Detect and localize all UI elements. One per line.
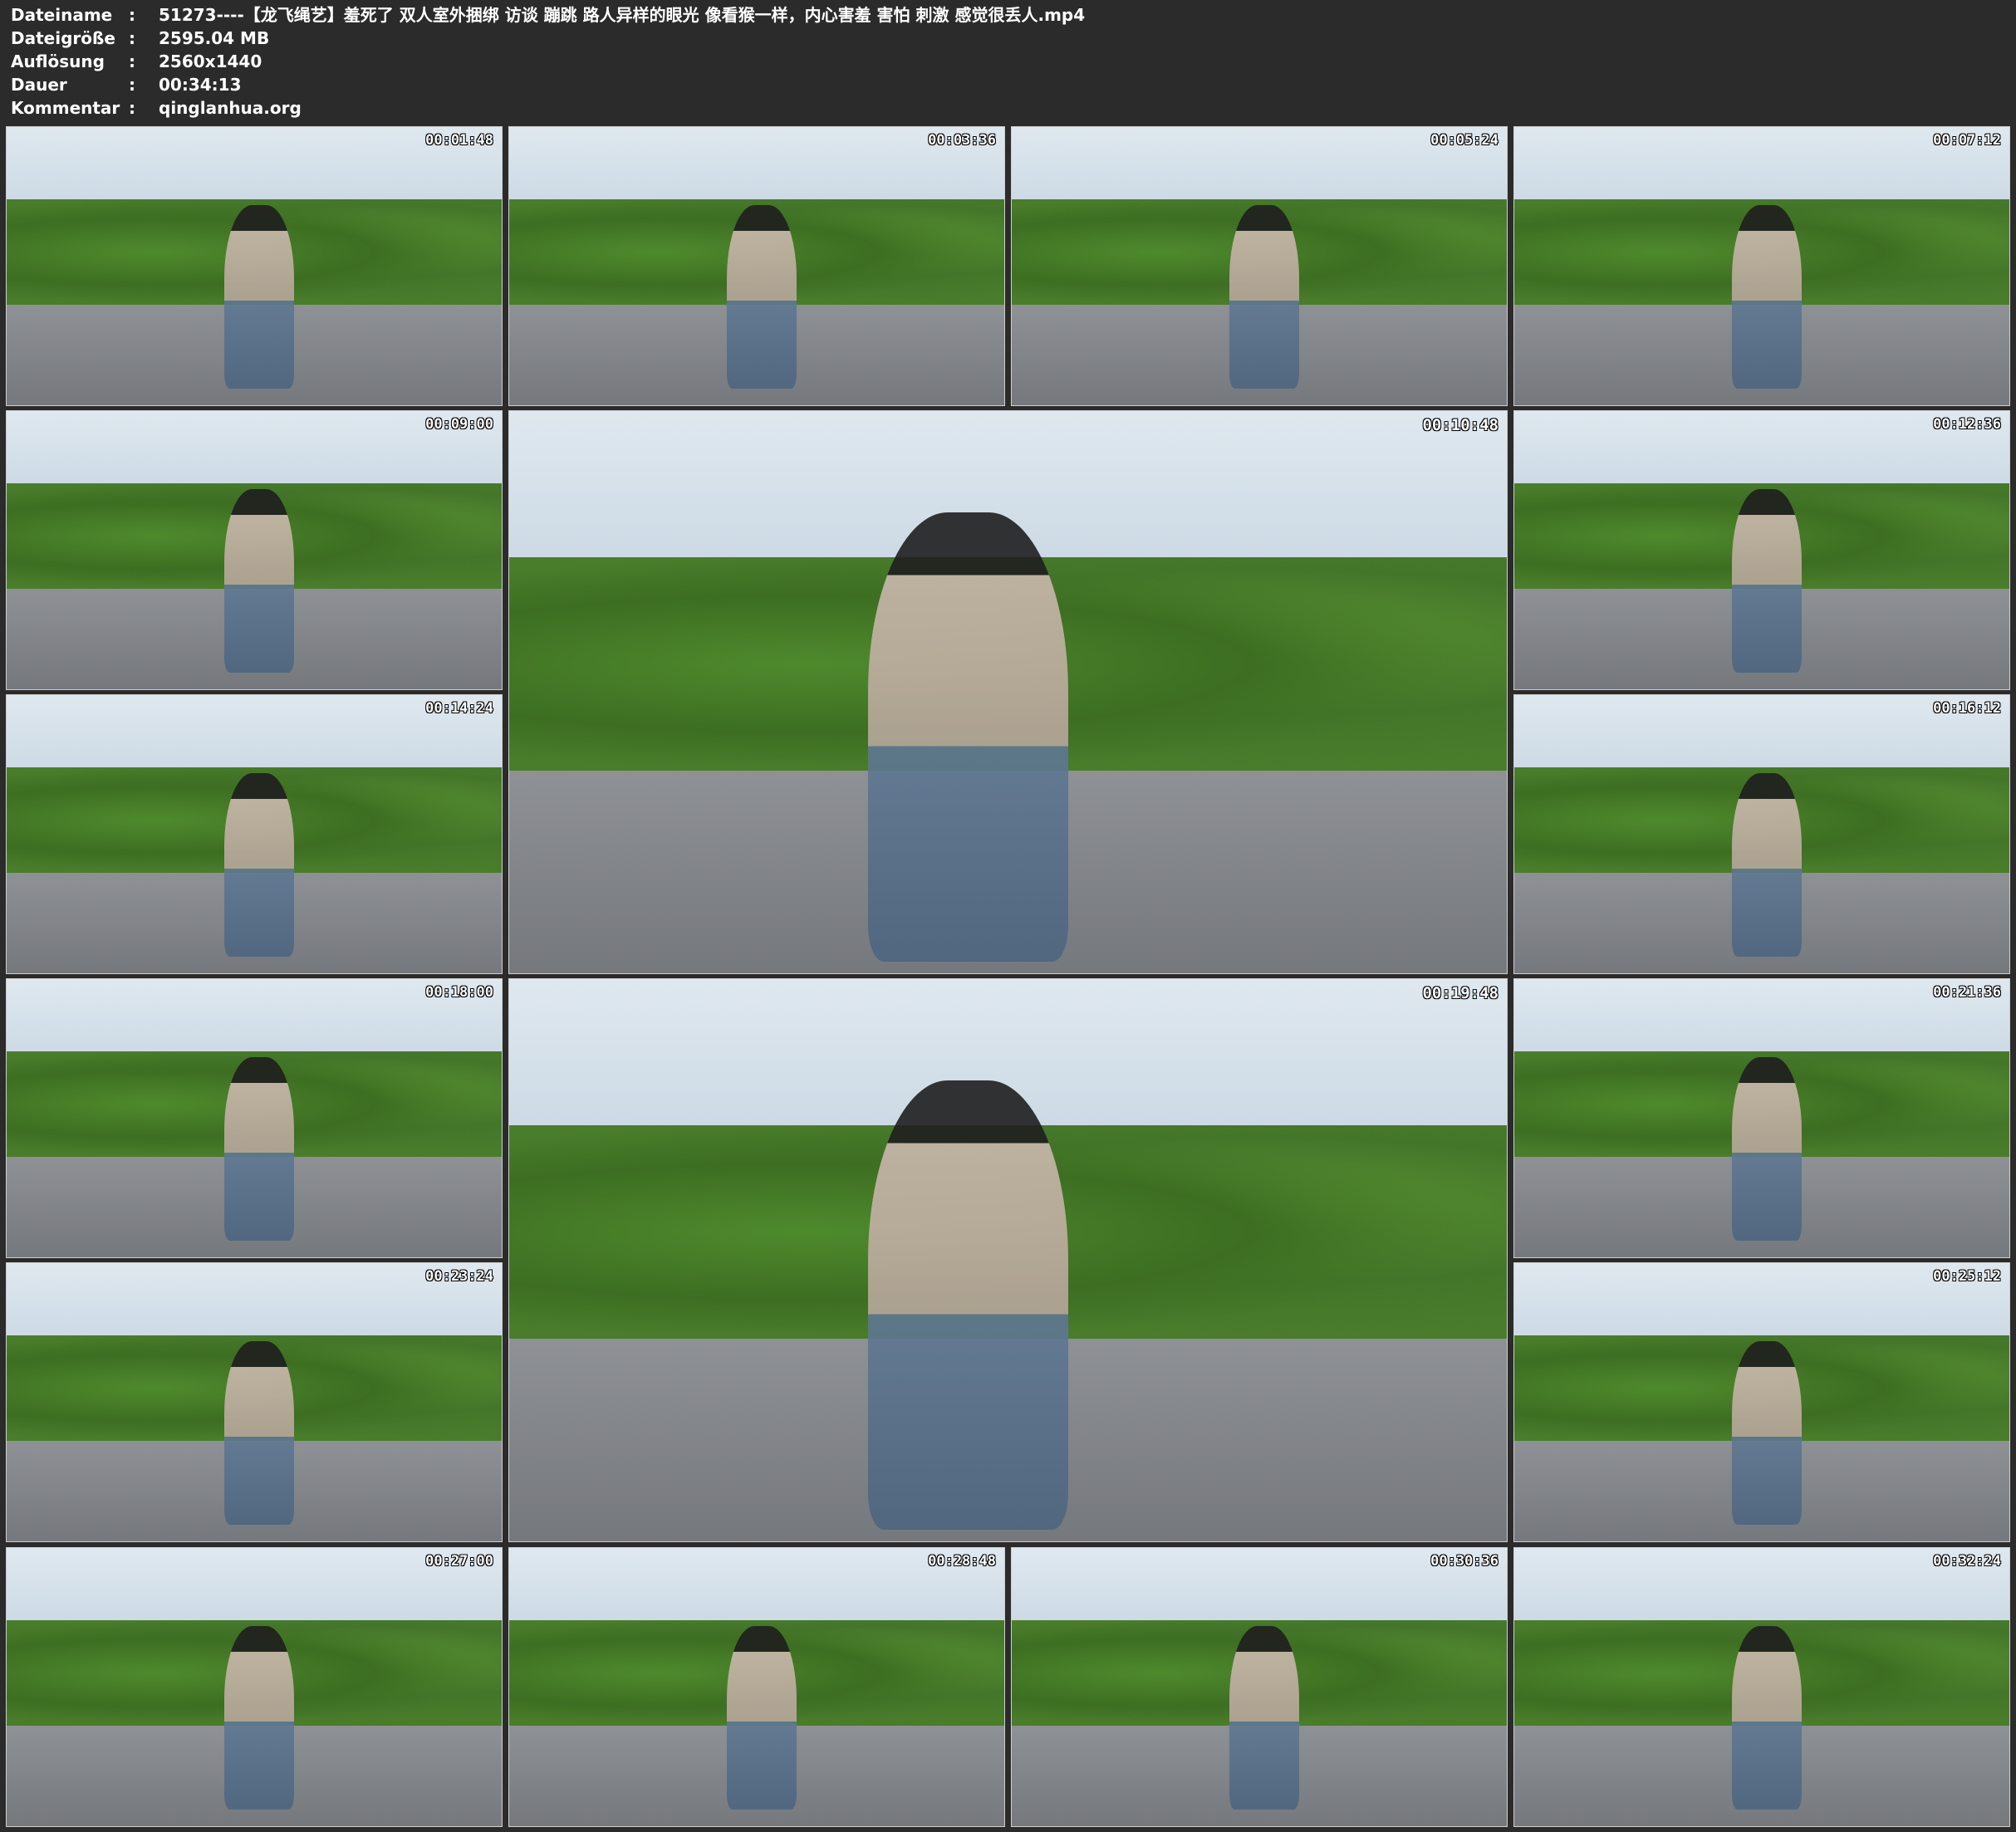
thumbnail-timestamp: 00:01:48 [425,132,493,149]
video-thumbnail: 00:32:24 [1513,1547,2010,1827]
thumbnail-timestamp: 00:25:12 [1933,1268,2001,1285]
video-thumbnail-large: 00:19:48 [508,978,1508,1542]
video-thumbnail: 00:23:24 [6,1262,503,1542]
thumbnail-timestamp: 00:07:12 [1933,132,2001,149]
video-thumbnail: 00:09:00 [6,410,503,690]
video-thumbnail: 00:07:12 [1513,126,2010,406]
thumbnail-timestamp: 00:14:24 [425,700,493,717]
thumbnail-timestamp: 00:19:48 [1422,984,1499,1002]
video-thumbnail: 00:18:00 [6,978,503,1258]
video-thumbnail: 00:01:48 [6,126,503,406]
thumbnail-timestamp: 00:12:36 [1933,416,2001,433]
thumbnail-timestamp: 00:23:24 [425,1268,493,1285]
video-thumbnail: 00:30:36 [1011,1547,1508,1827]
video-thumbnail: 00:25:12 [1513,1262,2010,1542]
video-thumbnail: 00:03:36 [508,126,1005,406]
video-thumbnail: 00:28:48 [508,1547,1005,1827]
video-thumbnail: 00:14:24 [6,694,503,974]
thumbnail-timestamp: 00:21:36 [1933,984,2001,1001]
video-thumbnail: 00:21:36 [1513,978,2010,1258]
video-thumbnail: 00:12:36 [1513,410,2010,690]
thumbnail-timestamp: 00:03:36 [928,132,996,149]
thumbnail-grid: 00:01:48 00:03:36 00:05:24 00:07:12 00:0… [0,0,2016,1832]
thumbnail-timestamp: 00:05:24 [1430,132,1499,149]
video-thumbnail: 00:05:24 [1011,126,1508,406]
video-thumbnail-large: 00:10:48 [508,410,1508,974]
thumbnail-timestamp: 00:27:00 [425,1553,493,1570]
thumbnail-timestamp: 00:16:12 [1933,700,2001,717]
video-thumbnail: 00:27:00 [6,1547,503,1827]
video-thumbnail: 00:16:12 [1513,694,2010,974]
thumbnail-timestamp: 00:30:36 [1430,1553,1499,1570]
thumbnail-timestamp: 00:10:48 [1422,416,1499,434]
thumbnail-timestamp: 00:09:00 [425,416,493,433]
thumbnail-timestamp: 00:18:00 [425,984,493,1001]
thumbnail-timestamp: 00:28:48 [928,1553,996,1570]
thumbnail-timestamp: 00:32:24 [1933,1553,2001,1570]
